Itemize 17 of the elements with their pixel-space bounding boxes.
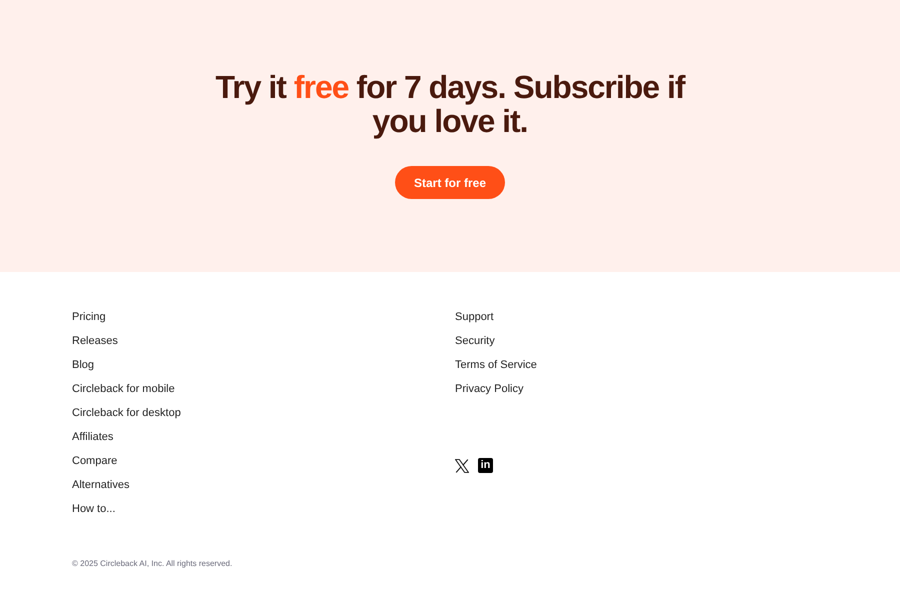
footer-link[interactable]: How to... xyxy=(72,502,116,516)
footer-link[interactable]: Security xyxy=(455,334,495,348)
footer-link[interactable]: Affiliates xyxy=(72,430,114,444)
linkedin-icon[interactable]: in xyxy=(478,458,493,473)
headline: Try it free for 7 days. Subscribe if you love it. xyxy=(214,70,686,138)
footer-link[interactable]: Privacy Policy xyxy=(455,382,524,396)
footer-link[interactable]: Pricing xyxy=(72,310,106,324)
footer-link[interactable]: Terms of Service xyxy=(455,358,537,372)
x-logo-icon[interactable] xyxy=(455,458,469,472)
copyright-text: © 2025 Circleback AI, Inc. All rights reserved. xyxy=(72,559,234,568)
footer-link[interactable]: Compare xyxy=(72,454,118,468)
footer-link[interactable]: Circleback for desktop xyxy=(72,406,181,420)
footer-link[interactable]: Releases xyxy=(72,334,118,348)
footer-link[interactable]: Support xyxy=(455,310,494,324)
footer-link[interactable]: Circleback for mobile xyxy=(72,382,175,396)
footer-link[interactable]: Blog xyxy=(72,358,94,372)
footer-link[interactable]: Alternatives xyxy=(72,478,130,492)
